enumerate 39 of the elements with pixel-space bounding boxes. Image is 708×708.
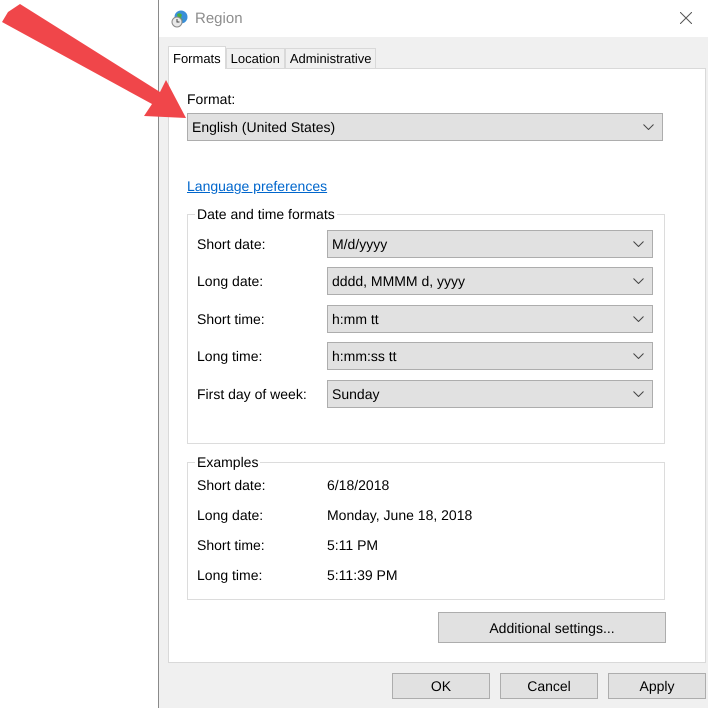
- language-preferences-link[interactable]: Language preferences: [187, 178, 328, 194]
- example-label: Short time:: [197, 536, 266, 554]
- dialog-button[interactable]: Cancel: [500, 673, 598, 699]
- tab[interactable]: Administrative: [284, 48, 376, 68]
- chevron-down-icon: [633, 278, 644, 284]
- chevron-down-icon: [633, 390, 644, 397]
- window-title: Region: [195, 10, 243, 27]
- tab[interactable]: Location: [226, 48, 285, 68]
- chevron-down-icon: [633, 353, 644, 360]
- example-label: Short date:: [197, 476, 266, 494]
- format-dropdown[interactable]: Sunday: [327, 380, 653, 408]
- format-dropdown[interactable]: h:mm:ss tt: [327, 342, 653, 370]
- chevron-down-icon: [643, 124, 654, 130]
- chevron-down-icon: [633, 240, 644, 247]
- example-label: Long date:: [197, 506, 264, 524]
- dialog-button[interactable]: Apply: [608, 673, 706, 699]
- chevron-down-icon: [633, 316, 644, 322]
- field-label: Short time:: [197, 310, 266, 328]
- additional-settings-button[interactable]: Additional settings...: [438, 612, 666, 643]
- format-label: Format:: [187, 90, 236, 108]
- field-label: Long date:: [197, 272, 264, 290]
- example-value: 6/18/2018: [327, 476, 390, 494]
- field-label: Short date:: [197, 234, 266, 253]
- group-title: Examples: [196, 454, 260, 470]
- example-label: Long time:: [197, 566, 264, 584]
- globe-clock-icon: [171, 10, 189, 28]
- dialog-button[interactable]: OK: [392, 673, 490, 699]
- tab[interactable]: Formats: [168, 46, 226, 69]
- format-dropdown[interactable]: dddd, MMMM d, yyyy: [327, 267, 653, 296]
- field-label: First day of week:: [197, 384, 308, 403]
- close-icon[interactable]: [680, 12, 692, 24]
- format-dropdown[interactable]: M/d/yyyy: [327, 230, 653, 258]
- field-label: Long time:: [197, 347, 264, 366]
- format-dropdown[interactable]: English (United States): [187, 113, 663, 141]
- format-dropdown[interactable]: h:mm tt: [327, 304, 653, 333]
- example-value: 5:11 PM: [327, 536, 380, 554]
- example-value: Monday, June 18, 2018: [327, 506, 474, 524]
- group-title: Date and time formats: [196, 206, 336, 222]
- example-value: 5:11:39 PM: [327, 566, 399, 584]
